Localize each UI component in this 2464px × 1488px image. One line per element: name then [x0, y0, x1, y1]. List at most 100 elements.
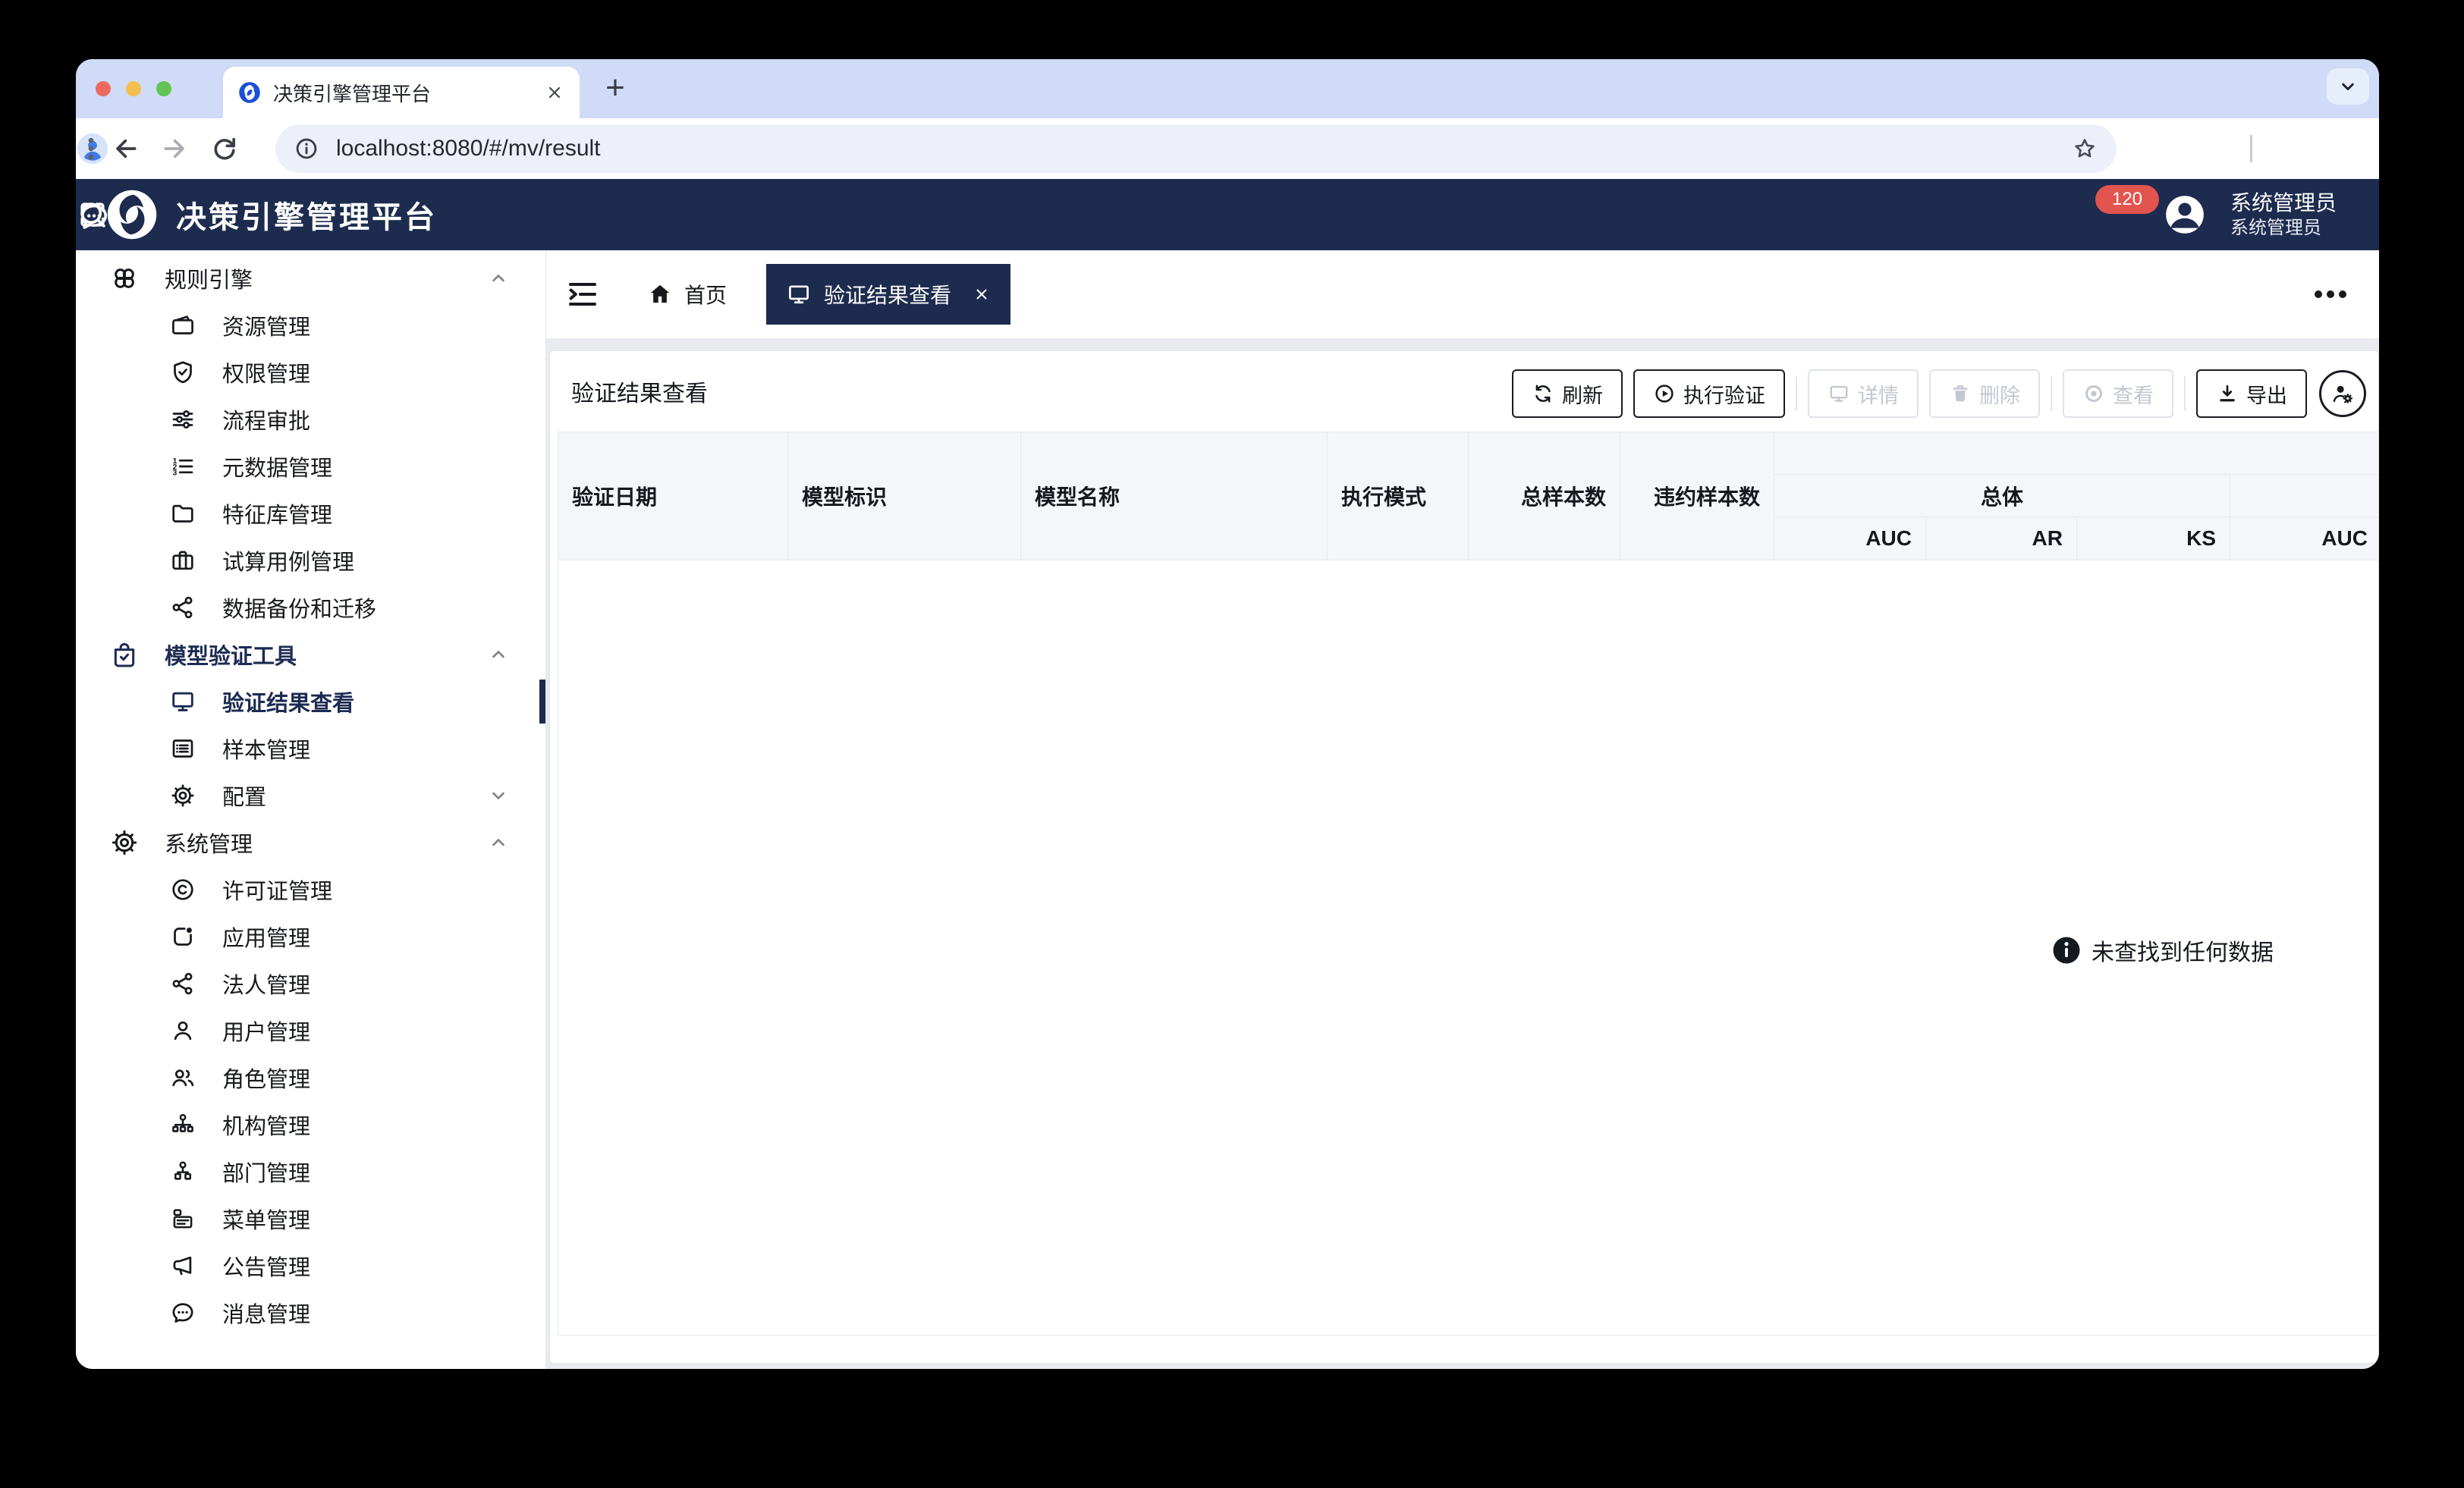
tab-search-button[interactable] [2327, 68, 2369, 105]
layout-gap [546, 338, 2379, 350]
close-window-button[interactable] [96, 81, 111, 96]
sidebar-item-data-backup-migration[interactable]: 数据备份和迁移 [76, 584, 545, 631]
sidebar-item-announcement-mgmt[interactable]: 公告管理 [76, 1242, 545, 1289]
column-header-default-samples[interactable]: 违约样本数 [1620, 432, 1774, 560]
column-header-auc[interactable]: AUC [1774, 517, 1926, 560]
sidebar-item-menu-mgmt[interactable]: 菜单管理 [76, 1195, 545, 1242]
page-info-icon[interactable] [294, 136, 319, 162]
view-button[interactable]: 查看 [2063, 369, 2173, 418]
sidebar-item-label: 角色管理 [222, 1062, 310, 1094]
sidebar-item-permission-mgmt[interactable]: 权限管理 [76, 349, 545, 396]
sitemap-icon [169, 1111, 196, 1138]
sidebar-item-test-case-mgmt[interactable]: 试算用例管理 [76, 537, 545, 584]
copyright-icon [169, 876, 196, 903]
browser-menu-kebab-icon[interactable] [76, 133, 106, 164]
user-avatar[interactable] [2161, 190, 2209, 239]
sidebar-item-process-approval[interactable]: 流程审批 [76, 396, 545, 443]
sidebar-item-user-mgmt[interactable]: 用户管理 [76, 1007, 545, 1054]
trash-icon [1949, 382, 1972, 405]
chevron-down-icon [488, 785, 509, 806]
sidebar-item-role-mgmt[interactable]: 角色管理 [76, 1054, 545, 1101]
sidebar-item-configuration[interactable]: 配置 [76, 772, 545, 819]
menu-card-icon [169, 1205, 196, 1232]
sidebar-item-feature-library[interactable]: 特征库管理 [76, 490, 545, 537]
sidebar-item-legal-entity-mgmt[interactable]: 法人管理 [76, 960, 545, 1007]
share-nodes-icon [169, 970, 196, 997]
delete-button[interactable]: 删除 [1929, 369, 2040, 418]
sidebar-group-rules-engine[interactable]: 规则引擎 [76, 255, 545, 302]
monitor-icon [169, 688, 196, 715]
list-card-icon [169, 735, 196, 762]
sidebar-item-label: 部门管理 [222, 1156, 310, 1188]
column-header-model-id[interactable]: 模型标识 [788, 432, 1021, 560]
sidebar-item-metadata-mgmt[interactable]: 123 元数据管理 [76, 443, 545, 490]
sidebar-group-model-validation[interactable]: 模型验证工具 [76, 631, 545, 678]
tab-validation-results[interactable]: 验证结果查看 [766, 264, 1010, 325]
refresh-button[interactable]: 刷新 [1512, 369, 1623, 418]
app-header: 决策引擎管理平台 120 系统管理员 系统管理员 [76, 179, 2379, 250]
column-header-ks[interactable]: KS [2077, 517, 2230, 560]
url-text[interactable]: localhost:8080/#/mv/result [336, 136, 2071, 162]
tab-close-icon[interactable] [545, 83, 564, 102]
forward-icon[interactable] [159, 133, 190, 164]
column-header-model-name[interactable]: 模型名称 [1021, 432, 1328, 560]
tab-options-kebab-icon[interactable] [2313, 284, 2348, 304]
share-nodes-icon [169, 594, 196, 621]
zoom-window-button[interactable] [156, 81, 171, 96]
column-settings-button[interactable] [2319, 370, 2366, 417]
sidebar-item-department-mgmt[interactable]: 部门管理 [76, 1148, 545, 1195]
column-group-overall[interactable]: 总体 [1774, 475, 2230, 516]
sidebar-item-label: 菜单管理 [222, 1203, 310, 1235]
column-header-auc-next[interactable]: AUC [2230, 517, 2378, 560]
browser-tab[interactable]: 决策引擎管理平台 [223, 67, 580, 118]
tab-home[interactable]: 首页 [646, 275, 727, 313]
view-label: 查看 [2113, 379, 2154, 409]
messages-icon[interactable] [76, 199, 112, 235]
export-label: 导出 [2246, 379, 2287, 409]
collapse-sidebar-icon[interactable] [564, 276, 601, 312]
horizontal-scroll-area[interactable] [550, 1336, 2378, 1363]
new-tab-button[interactable]: + [596, 70, 634, 108]
sidebar-item-license-mgmt[interactable]: 许可证管理 [76, 866, 545, 913]
page-tabbar: 首页 验证结果查看 [546, 250, 2379, 338]
execute-validation-button[interactable]: 执行验证 [1633, 369, 1785, 418]
bookmark-star-icon[interactable] [2071, 135, 2098, 162]
sidebar-item-resource-mgmt[interactable]: 资源管理 [76, 302, 545, 349]
user-info[interactable]: 系统管理员 系统管理员 [2230, 190, 2337, 240]
column-header-total-samples[interactable]: 总样本数 [1469, 432, 1620, 560]
sidebar-item-organization-mgmt[interactable]: 机构管理 [76, 1101, 545, 1148]
shield-check-icon [169, 359, 196, 386]
address-bar[interactable]: localhost:8080/#/mv/result [275, 124, 2117, 173]
empty-state: 未查找到任何数据 [2051, 934, 2274, 967]
gear-icon [169, 782, 196, 809]
sidebar-item-message-mgmt[interactable]: 消息管理 [76, 1289, 545, 1336]
minimize-window-button[interactable] [126, 81, 141, 96]
export-button[interactable]: 导出 [2196, 369, 2307, 418]
back-icon[interactable] [111, 133, 141, 164]
sidebar-group-label: 规则引擎 [165, 262, 253, 294]
sidebar-item-validation-results[interactable]: 验证结果查看 [76, 678, 545, 725]
sidebar-item-app-mgmt[interactable]: 应用管理 [76, 913, 545, 960]
close-icon[interactable] [973, 285, 991, 303]
content-area: 规则引擎 资源管理 权限管理 流程审批 123 元数据管理 特征 [76, 250, 2379, 1369]
sidebar-group-system-mgmt[interactable]: 系统管理 [76, 819, 545, 866]
column-header-ar[interactable]: AR [1926, 517, 2077, 560]
execute-label: 执行验证 [1683, 379, 1765, 409]
sidebar-item-sample-mgmt[interactable]: 样本管理 [76, 725, 545, 772]
column-header-exec-mode[interactable]: 执行模式 [1328, 432, 1469, 560]
detail-button[interactable]: 详情 [1808, 369, 1919, 418]
monitor-icon [1828, 382, 1850, 405]
tab-label: 验证结果查看 [824, 279, 960, 309]
tab-home-label: 首页 [684, 279, 727, 309]
chevron-down-icon [2337, 75, 2359, 98]
sidebar-item-label: 应用管理 [222, 921, 310, 953]
sidebar-item-label: 消息管理 [222, 1297, 310, 1329]
chevron-up-icon [488, 644, 509, 665]
site-favicon [238, 81, 261, 104]
users-icon [169, 1064, 196, 1091]
sidebar-item-label: 资源管理 [222, 309, 310, 341]
sidebar-item-label: 公告管理 [222, 1250, 310, 1282]
sidebar-item-label: 验证结果查看 [222, 686, 354, 717]
reload-icon[interactable] [209, 133, 240, 164]
column-header-validation-date[interactable]: 验证日期 [558, 432, 788, 560]
